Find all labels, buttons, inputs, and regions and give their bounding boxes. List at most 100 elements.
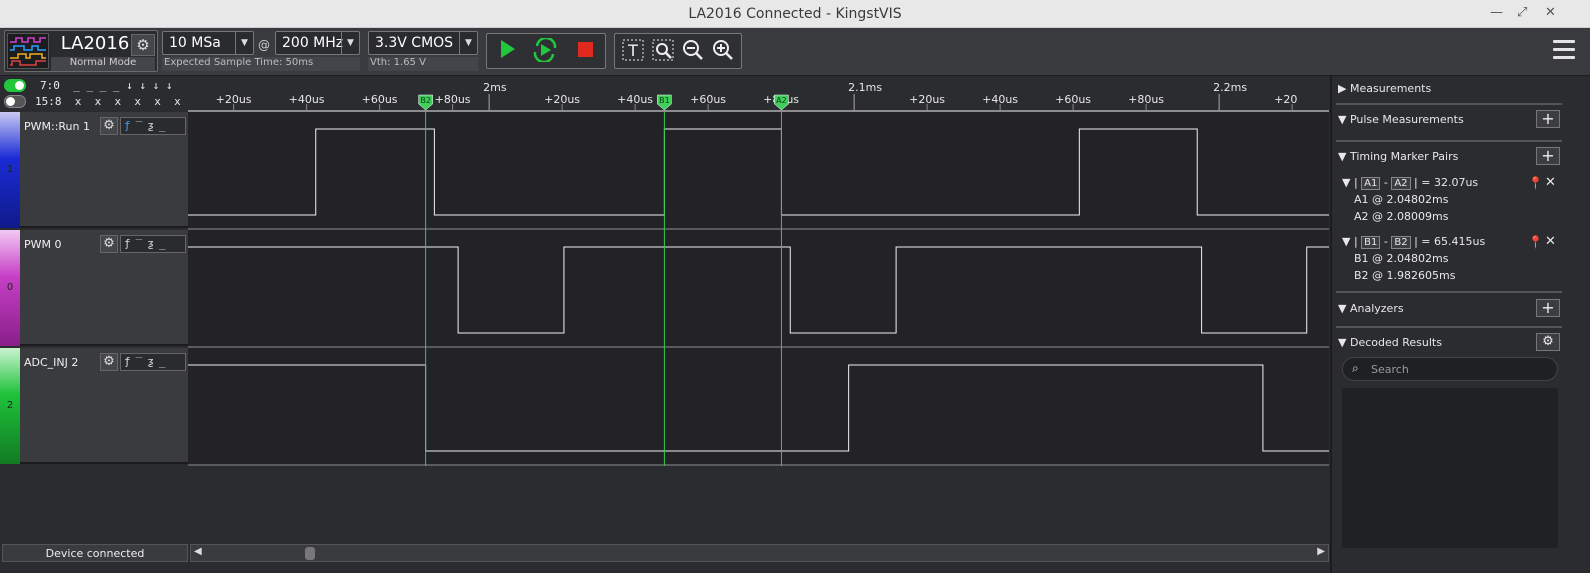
repeat-start-icon[interactable]	[531, 36, 559, 64]
zoom-out-icon[interactable]	[679, 38, 707, 64]
sample-depth-value: 10 MSa	[169, 35, 221, 51]
chevron-down-icon: ▼	[341, 32, 359, 54]
minor-tick-label: +20	[1274, 93, 1297, 106]
channel-row-1[interactable]: 1 PWM::Run 1 ⚙ ƒ‾ƺ_	[0, 112, 188, 228]
chevron-down-icon: ▼	[235, 32, 253, 54]
delete-pair-icon[interactable]: ✕	[1545, 175, 1556, 190]
chevron-down-icon: ▼	[459, 32, 477, 54]
pulse-measurements-section[interactable]: ▼ Pulse Measurements	[1338, 113, 1464, 126]
time-ruler[interactable]: 2ms 2.1ms 2.2ms +20us +40us +60us +80us +20us +4…	[188, 76, 1329, 112]
minor-tick-label: +40us	[617, 93, 653, 106]
minimize-icon[interactable]: —	[1490, 5, 1503, 20]
device-status: Device connected	[2, 544, 188, 562]
sample-depth-select[interactable]: 10 MSa ▼	[162, 31, 254, 55]
threshold-value: 3.3V CMOS	[375, 35, 454, 51]
minor-tick-label: +80us	[1128, 93, 1164, 106]
trigger-selector[interactable]: ƒ‾ƺ_	[120, 117, 186, 135]
channel-number: 1	[6, 164, 14, 175]
marker-b1-time: B1 @ 2.04802ms	[1354, 252, 1449, 265]
device-box: LA2016 ⚙ Normal Mode	[4, 30, 158, 72]
channel-row-2[interactable]: 2 ADC_INJ 2 ⚙ ƒ‾ƺ_	[0, 348, 188, 464]
channel-separator	[188, 464, 1329, 466]
channel-name[interactable]: ADC_INJ 2	[24, 356, 78, 369]
expected-sample-time: Expected Sample Time: 50ms	[162, 57, 360, 71]
stop-icon[interactable]	[571, 38, 599, 64]
marker-flag-label: B2	[420, 96, 431, 105]
marker-flag-label: A2	[776, 96, 787, 105]
channel-row-0[interactable]: 0 PWM 0 ⚙ ƒ‾ƺ_	[0, 230, 188, 346]
zoom-in-icon[interactable]	[709, 38, 737, 64]
title-bar: LA2016 Connected - KingstVIS — ⤢ ✕	[0, 0, 1590, 28]
time-ruler-svg: 2ms 2.1ms 2.2ms +20us +40us +60us +80us +20us +4…	[216, 81, 1297, 111]
decoded-settings-gear-icon[interactable]: ⚙	[1536, 333, 1560, 351]
channel-group-7-0: 7:0 _ _ _ _ ↓ ↓ ↓ ↓	[40, 79, 173, 92]
minor-tick-label: +80us	[435, 93, 471, 106]
trigger-selector[interactable]: ƒ‾ƺ_	[120, 235, 186, 253]
channel-number: 0	[6, 282, 14, 293]
device-name: LA2016	[60, 33, 130, 54]
scroll-thumb[interactable]	[305, 547, 315, 560]
divider	[1336, 291, 1562, 293]
at-sign: @	[258, 38, 270, 52]
channel-settings-gear-icon[interactable]: ⚙	[100, 117, 118, 135]
maximize-icon[interactable]: ⤢	[1517, 5, 1527, 20]
zoom-select-icon[interactable]	[649, 38, 677, 64]
measurements-section[interactable]: ▶ Measurements	[1338, 82, 1431, 95]
sample-rate-select[interactable]: 200 MHz ▼	[275, 31, 360, 55]
decoded-results-list[interactable]	[1342, 388, 1558, 548]
scroll-right-icon[interactable]: ▶	[1317, 546, 1325, 557]
decoded-search-input[interactable]: ⌕ Search	[1342, 357, 1558, 381]
marker-b2-tag: B2	[1391, 236, 1411, 249]
pin-icon[interactable]: 📍	[1528, 235, 1543, 249]
add-timing-marker-button[interactable]: +	[1536, 147, 1560, 165]
marker-b2-time: B2 @ 1.982605ms	[1354, 269, 1456, 282]
minor-tick-label: +60us	[690, 93, 726, 106]
analyzers-section[interactable]: ▼ Analyzers	[1338, 302, 1404, 315]
channel-settings-gear-icon[interactable]: ⚙	[100, 353, 118, 371]
pin-icon[interactable]: 📍	[1528, 176, 1543, 190]
sample-rate-value: 200 MHz	[282, 35, 344, 51]
scroll-left-icon[interactable]: ◀	[194, 546, 202, 557]
minor-tick-label: +20us	[216, 93, 252, 106]
horizontal-scrollbar[interactable]: ◀ ▶	[190, 544, 1329, 562]
hamburger-menu-icon[interactable]	[1553, 40, 1575, 62]
marker-pair-a-delta: | = 32.07us	[1414, 176, 1479, 189]
device-mode: Normal Mode	[51, 57, 155, 71]
decoded-results-section[interactable]: ▼ Decoded Results	[1338, 336, 1442, 349]
threshold-select[interactable]: 3.3V CMOS ▼	[368, 31, 478, 55]
marker-pair-b-delta: | = 65.415us	[1414, 235, 1486, 248]
device-logo-icon[interactable]	[7, 33, 49, 69]
major-tick-label: 2.1ms	[848, 81, 882, 94]
waveform-svg	[188, 112, 1329, 466]
device-settings-gear-icon[interactable]: ⚙	[131, 34, 155, 56]
channel-name[interactable]: PWM::Run 1	[24, 120, 90, 133]
capture-controls	[486, 33, 606, 69]
major-tick-label: 2ms	[483, 81, 507, 94]
add-pulse-measurement-button[interactable]: +	[1536, 110, 1560, 128]
divider	[1336, 326, 1562, 328]
start-icon[interactable]	[493, 38, 521, 64]
divider	[1336, 103, 1562, 105]
window-title: LA2016 Connected - KingstVIS	[688, 5, 902, 22]
text-tool-icon[interactable]: T	[619, 38, 647, 64]
minor-tick-label: +40us	[982, 93, 1018, 106]
trigger-selector[interactable]: ƒ‾ƺ_	[120, 353, 186, 371]
marker-pair-b[interactable]: ▼ | B1 - B2 | = 65.415us	[1342, 235, 1485, 249]
marker-a2-tag: A2	[1391, 177, 1411, 190]
minor-tick-label: +60us	[1055, 93, 1091, 106]
close-icon[interactable]: ✕	[1545, 5, 1556, 20]
major-tick-label: 2.2ms	[1213, 81, 1247, 94]
waveform-area[interactable]	[188, 112, 1329, 467]
delete-pair-icon[interactable]: ✕	[1545, 234, 1556, 249]
view-tools: T	[614, 33, 742, 69]
channel-name[interactable]: PWM 0	[24, 238, 62, 251]
channels-7-0-toggle[interactable]	[4, 79, 26, 92]
channel-settings-gear-icon[interactable]: ⚙	[100, 235, 118, 253]
channels-15-8-toggle[interactable]	[4, 95, 26, 108]
timing-marker-pairs-section[interactable]: ▼ Timing Marker Pairs	[1338, 150, 1458, 163]
add-analyzer-button[interactable]: +	[1536, 299, 1560, 317]
right-panel: ▶ Measurements ▼ Pulse Measurements + ▼ …	[1330, 76, 1590, 573]
minor-tick-label: +40us	[289, 93, 325, 106]
marker-pair-a[interactable]: ▼ | A1 - A2 | = 32.07us	[1342, 176, 1478, 190]
svg-text:T: T	[627, 41, 638, 60]
